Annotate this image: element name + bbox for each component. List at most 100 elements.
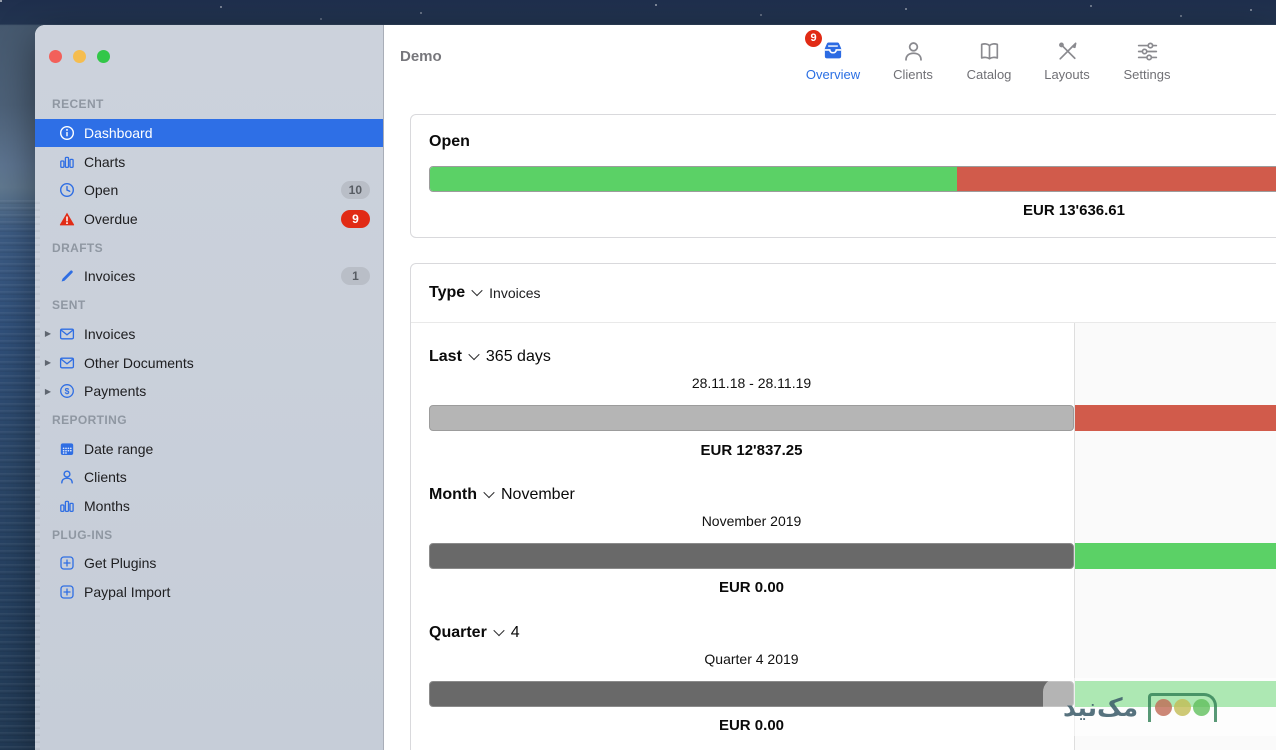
window-controls xyxy=(49,50,110,63)
tab-catalog[interactable]: Catalog xyxy=(949,36,1029,86)
sidebar-item-draft-invoices[interactable]: Invoices 1 xyxy=(35,262,383,291)
dollar-icon: $ xyxy=(56,383,78,400)
minimize-button[interactable] xyxy=(73,50,86,63)
sidebar-section-recent: RECENT xyxy=(35,90,383,119)
quarter-bar xyxy=(429,681,1074,707)
disclosure-icon[interactable]: ▶ xyxy=(40,358,56,367)
sidebar: RECENT Dashboard Charts xyxy=(35,25,384,750)
bar-chart-icon xyxy=(56,497,78,514)
chevron-down-icon xyxy=(471,284,482,295)
sidebar-item-date-range[interactable]: Date range xyxy=(35,434,383,463)
person-icon xyxy=(873,36,953,64)
sidebar-list: RECENT Dashboard Charts xyxy=(35,90,383,606)
period-label: Quarter 4 2019 xyxy=(429,651,1074,667)
sidebar-item-dashboard[interactable]: Dashboard xyxy=(35,119,383,148)
sidebar-item-paypal-import[interactable]: Paypal Import xyxy=(35,578,383,607)
sidebar-item-clients[interactable]: Clients xyxy=(35,463,383,492)
sidebar-item-label: Open xyxy=(84,182,341,198)
sidebar-section-drafts: DRAFTS xyxy=(35,233,383,262)
sidebar-item-label: Clients xyxy=(84,469,383,485)
type-selector[interactable]: Type Invoices xyxy=(429,284,541,302)
month-amount: EUR 0.00 xyxy=(429,579,1074,596)
last-bar xyxy=(429,405,1074,431)
sidebar-item-label: Date range xyxy=(84,441,383,457)
desktop: RECENT Dashboard Charts xyxy=(0,0,1276,750)
document-title: Demo xyxy=(400,48,442,65)
sidebar-section-plugins: PLUG-INS xyxy=(35,520,383,549)
design-tools-icon xyxy=(1027,36,1107,64)
sidebar-item-label: Invoices xyxy=(84,326,383,342)
watermark-logo xyxy=(1148,693,1217,722)
disclosure-icon[interactable]: ▶ xyxy=(40,387,56,396)
calendar-icon xyxy=(56,440,78,457)
sliders-icon xyxy=(1107,36,1187,64)
tab-overview[interactable]: 9 Overview xyxy=(793,36,873,86)
tab-clients[interactable]: Clients xyxy=(873,36,953,86)
tab-label: Catalog xyxy=(949,67,1029,82)
open-summary-card: Open EUR 13'636.61 xyxy=(410,114,1276,238)
sidebar-section-reporting: REPORTING xyxy=(35,406,383,435)
tab-settings[interactable]: Settings xyxy=(1107,36,1187,86)
sidebar-item-label: Dashboard xyxy=(84,125,383,141)
close-button[interactable] xyxy=(49,50,62,63)
sidebar-item-get-plugins[interactable]: Get Plugins xyxy=(35,549,383,578)
last-amount: EUR 12'837.25 xyxy=(429,442,1074,459)
sidebar-item-label: Payments xyxy=(84,383,383,399)
chevron-down-icon xyxy=(468,348,479,359)
chevron-down-icon xyxy=(483,486,494,497)
info-icon xyxy=(56,125,78,142)
warning-icon xyxy=(56,211,78,228)
zoom-button[interactable] xyxy=(97,50,110,63)
next-column-last-bar xyxy=(1075,405,1276,431)
count-badge: 9 xyxy=(341,210,370,228)
tab-label: Settings xyxy=(1107,67,1187,82)
sidebar-item-overdue[interactable]: Overdue 9 xyxy=(35,205,383,234)
period-label: November 2019 xyxy=(429,513,1074,529)
book-icon xyxy=(949,36,1029,64)
sidebar-item-other-documents[interactable]: ▶ Other Documents xyxy=(35,348,383,377)
sidebar-section-sent: SENT xyxy=(35,291,383,320)
sidebar-item-label: Paypal Import xyxy=(84,584,383,600)
sidebar-item-label: Other Documents xyxy=(84,355,383,371)
wallpaper-stars xyxy=(0,0,2,2)
sidebar-item-payments[interactable]: ▶ $ Payments xyxy=(35,377,383,406)
quarter-amount: EUR 0.00 xyxy=(429,717,1074,734)
sidebar-item-charts[interactable]: Charts xyxy=(35,147,383,176)
tab-badge: 9 xyxy=(805,30,822,47)
sidebar-item-label: Months xyxy=(84,498,383,514)
paid-segment xyxy=(430,167,957,191)
count-badge: 10 xyxy=(341,181,370,199)
sidebar-item-label: Get Plugins xyxy=(84,555,383,571)
sidebar-item-months[interactable]: Months xyxy=(35,492,383,521)
bar-chart-icon xyxy=(56,153,78,170)
stats-card: Type Invoices Last 365 days 28.11.18 - 2… xyxy=(410,263,1276,750)
sidebar-item-label: Charts xyxy=(84,154,383,170)
watermark: مک‌نید xyxy=(1043,678,1276,736)
next-column-month-bar xyxy=(1075,543,1276,569)
plus-square-icon xyxy=(56,584,78,601)
disclosure-icon[interactable]: ▶ xyxy=(40,329,56,338)
person-icon xyxy=(56,469,78,486)
app-window: RECENT Dashboard Charts xyxy=(35,25,1276,750)
quarter-selector[interactable]: Quarter 4 xyxy=(429,624,520,642)
tab-label: Overview xyxy=(793,67,873,82)
month-selector[interactable]: Month November xyxy=(429,486,575,504)
month-bar xyxy=(429,543,1074,569)
tray-icon: 9 xyxy=(793,36,873,64)
sidebar-item-label: Overdue xyxy=(84,211,341,227)
sidebar-item-open[interactable]: Open 10 xyxy=(35,176,383,205)
last-selector[interactable]: Last 365 days xyxy=(429,348,551,366)
type-value: Invoices xyxy=(489,285,540,301)
sidebar-item-sent-invoices[interactable]: ▶ Invoices xyxy=(35,320,383,349)
open-card-title: Open xyxy=(429,133,470,151)
plus-square-icon xyxy=(56,555,78,572)
open-segment xyxy=(957,167,1276,191)
tab-label: Clients xyxy=(873,67,953,82)
clock-icon xyxy=(56,182,78,199)
envelope-icon xyxy=(56,325,78,342)
open-progress-bar xyxy=(429,166,1276,192)
period-label: 28.11.18 - 28.11.19 xyxy=(429,375,1074,391)
tab-layouts[interactable]: Layouts xyxy=(1027,36,1107,86)
open-amount: EUR 13'636.61 xyxy=(429,202,1276,219)
envelope-icon xyxy=(56,354,78,371)
